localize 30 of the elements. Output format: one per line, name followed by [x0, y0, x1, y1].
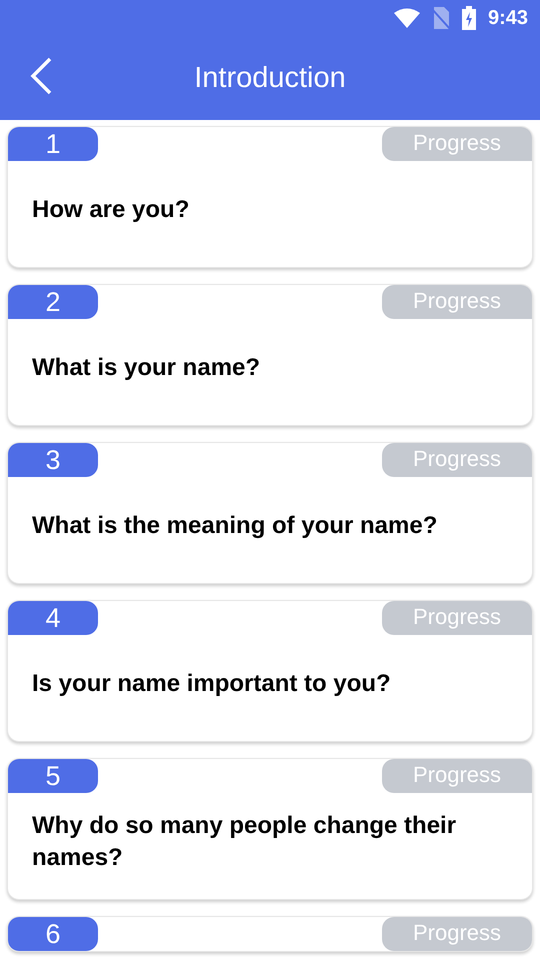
- question-card[interactable]: 4 Progress Is your name important to you?: [7, 600, 533, 742]
- status-time: 9:43: [488, 6, 528, 31]
- progress-badge: Progress: [382, 917, 532, 951]
- page-title: Introduction: [194, 64, 346, 92]
- question-card[interactable]: 6 Progress: [7, 916, 533, 952]
- question-text: How are you?: [32, 195, 190, 225]
- back-icon: [28, 56, 54, 96]
- battery-charging-icon: [462, 6, 476, 30]
- question-number: 5: [8, 759, 98, 793]
- progress-badge: Progress: [382, 601, 532, 635]
- question-text: What is your name?: [32, 353, 260, 383]
- progress-badge: Progress: [382, 127, 532, 161]
- question-number: 6: [8, 917, 98, 951]
- question-card[interactable]: 3 Progress What is the meaning of your name?: [7, 442, 533, 584]
- progress-badge: Progress: [382, 759, 532, 793]
- question-card[interactable]: 5 Progress Why do so many people change their names?: [7, 758, 533, 900]
- back-button[interactable]: [28, 56, 54, 96]
- question-text: Is your name important to you?: [32, 669, 391, 699]
- question-text: What is the meaning of your name?: [32, 511, 438, 541]
- progress-badge: Progress: [382, 443, 532, 477]
- no-sim-icon: [432, 7, 450, 29]
- question-number: 1: [8, 127, 98, 161]
- question-number: 4: [8, 601, 98, 635]
- wifi-icon: [394, 8, 420, 28]
- question-card[interactable]: 2 Progress What is your name?: [7, 284, 533, 426]
- question-card[interactable]: 1 Progress How are you?: [7, 126, 533, 268]
- question-number: 2: [8, 285, 98, 319]
- progress-badge: Progress: [382, 285, 532, 319]
- question-number: 3: [8, 443, 98, 477]
- question-text: Why do so many people change their names?: [32, 811, 458, 873]
